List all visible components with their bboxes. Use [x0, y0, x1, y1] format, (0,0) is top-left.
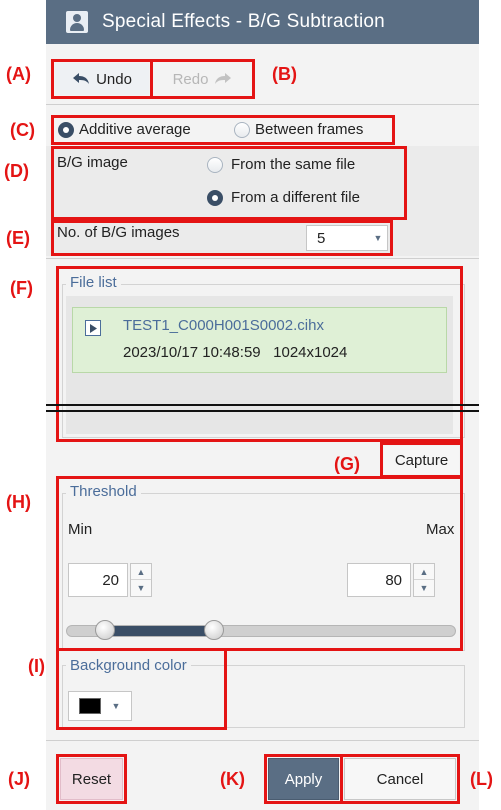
section-separator: [46, 258, 479, 259]
capture-label: Capture: [394, 451, 449, 469]
additive-average-radio[interactable]: [58, 121, 74, 138]
cancel-label: Cancel: [376, 770, 424, 788]
callout-c: (C): [10, 120, 35, 140]
same-file-label: From the same file: [231, 156, 356, 173]
callout-b: (B): [272, 64, 297, 84]
apply-label: Apply: [284, 770, 323, 788]
bg-option-same[interactable]: From the same file: [207, 156, 355, 173]
different-file-label: From a different file: [231, 189, 360, 206]
bg-count-select[interactable]: 5 ▼: [306, 225, 388, 251]
bg-count-value: 5: [317, 229, 326, 247]
user-icon: [66, 11, 88, 33]
different-file-radio[interactable]: [207, 189, 223, 206]
cut-line-upper: [46, 404, 479, 406]
title-bar: Special Effects - B/G Subtraction: [46, 0, 479, 44]
callout-f: (F): [10, 278, 33, 298]
additive-average-label: Additive average: [79, 121, 191, 138]
callout-k: (K): [220, 769, 245, 789]
cut-line-lower: [46, 410, 479, 412]
callout-h-box: [56, 476, 463, 651]
footer-separator: [46, 740, 479, 741]
callout-i: (I): [28, 656, 45, 676]
undo-arrow-icon: [73, 73, 90, 84]
callout-a: (A): [6, 64, 31, 84]
callout-i-box: [56, 648, 227, 730]
mode-option-between[interactable]: Between frames: [234, 121, 363, 138]
callout-j: (J): [8, 769, 30, 789]
callout-f-box: [56, 266, 463, 442]
reset-button[interactable]: Reset: [60, 758, 123, 800]
mode-option-additive[interactable]: Additive average: [58, 121, 191, 138]
between-frames-label: Between frames: [255, 121, 364, 138]
toolbar-separator: [46, 104, 479, 105]
bg-count-label: No. of B/G images: [57, 224, 180, 241]
redo-arrow-icon: [215, 73, 232, 84]
window-title: Special Effects - B/G Subtraction: [102, 11, 385, 32]
bg-option-different[interactable]: From a different file: [207, 189, 360, 206]
same-file-radio[interactable]: [207, 156, 223, 173]
undo-button[interactable]: Undo: [55, 63, 149, 95]
callout-l: (L): [470, 769, 493, 789]
callout-e: (E): [6, 228, 30, 248]
cancel-button[interactable]: Cancel: [344, 758, 456, 800]
apply-button[interactable]: Apply: [268, 758, 339, 800]
bg-image-label: B/G image: [57, 154, 128, 171]
capture-button[interactable]: Capture: [384, 446, 459, 474]
chevron-down-icon[interactable]: ▼: [369, 233, 387, 243]
callout-h: (H): [6, 492, 31, 512]
between-frames-radio[interactable]: [234, 121, 250, 138]
redo-button[interactable]: Redo: [154, 63, 251, 95]
callout-g: (G): [334, 454, 360, 474]
undo-label: Undo: [96, 70, 132, 88]
callout-d: (D): [4, 161, 29, 181]
reset-label: Reset: [71, 770, 112, 788]
redo-label: Redo: [172, 70, 209, 88]
